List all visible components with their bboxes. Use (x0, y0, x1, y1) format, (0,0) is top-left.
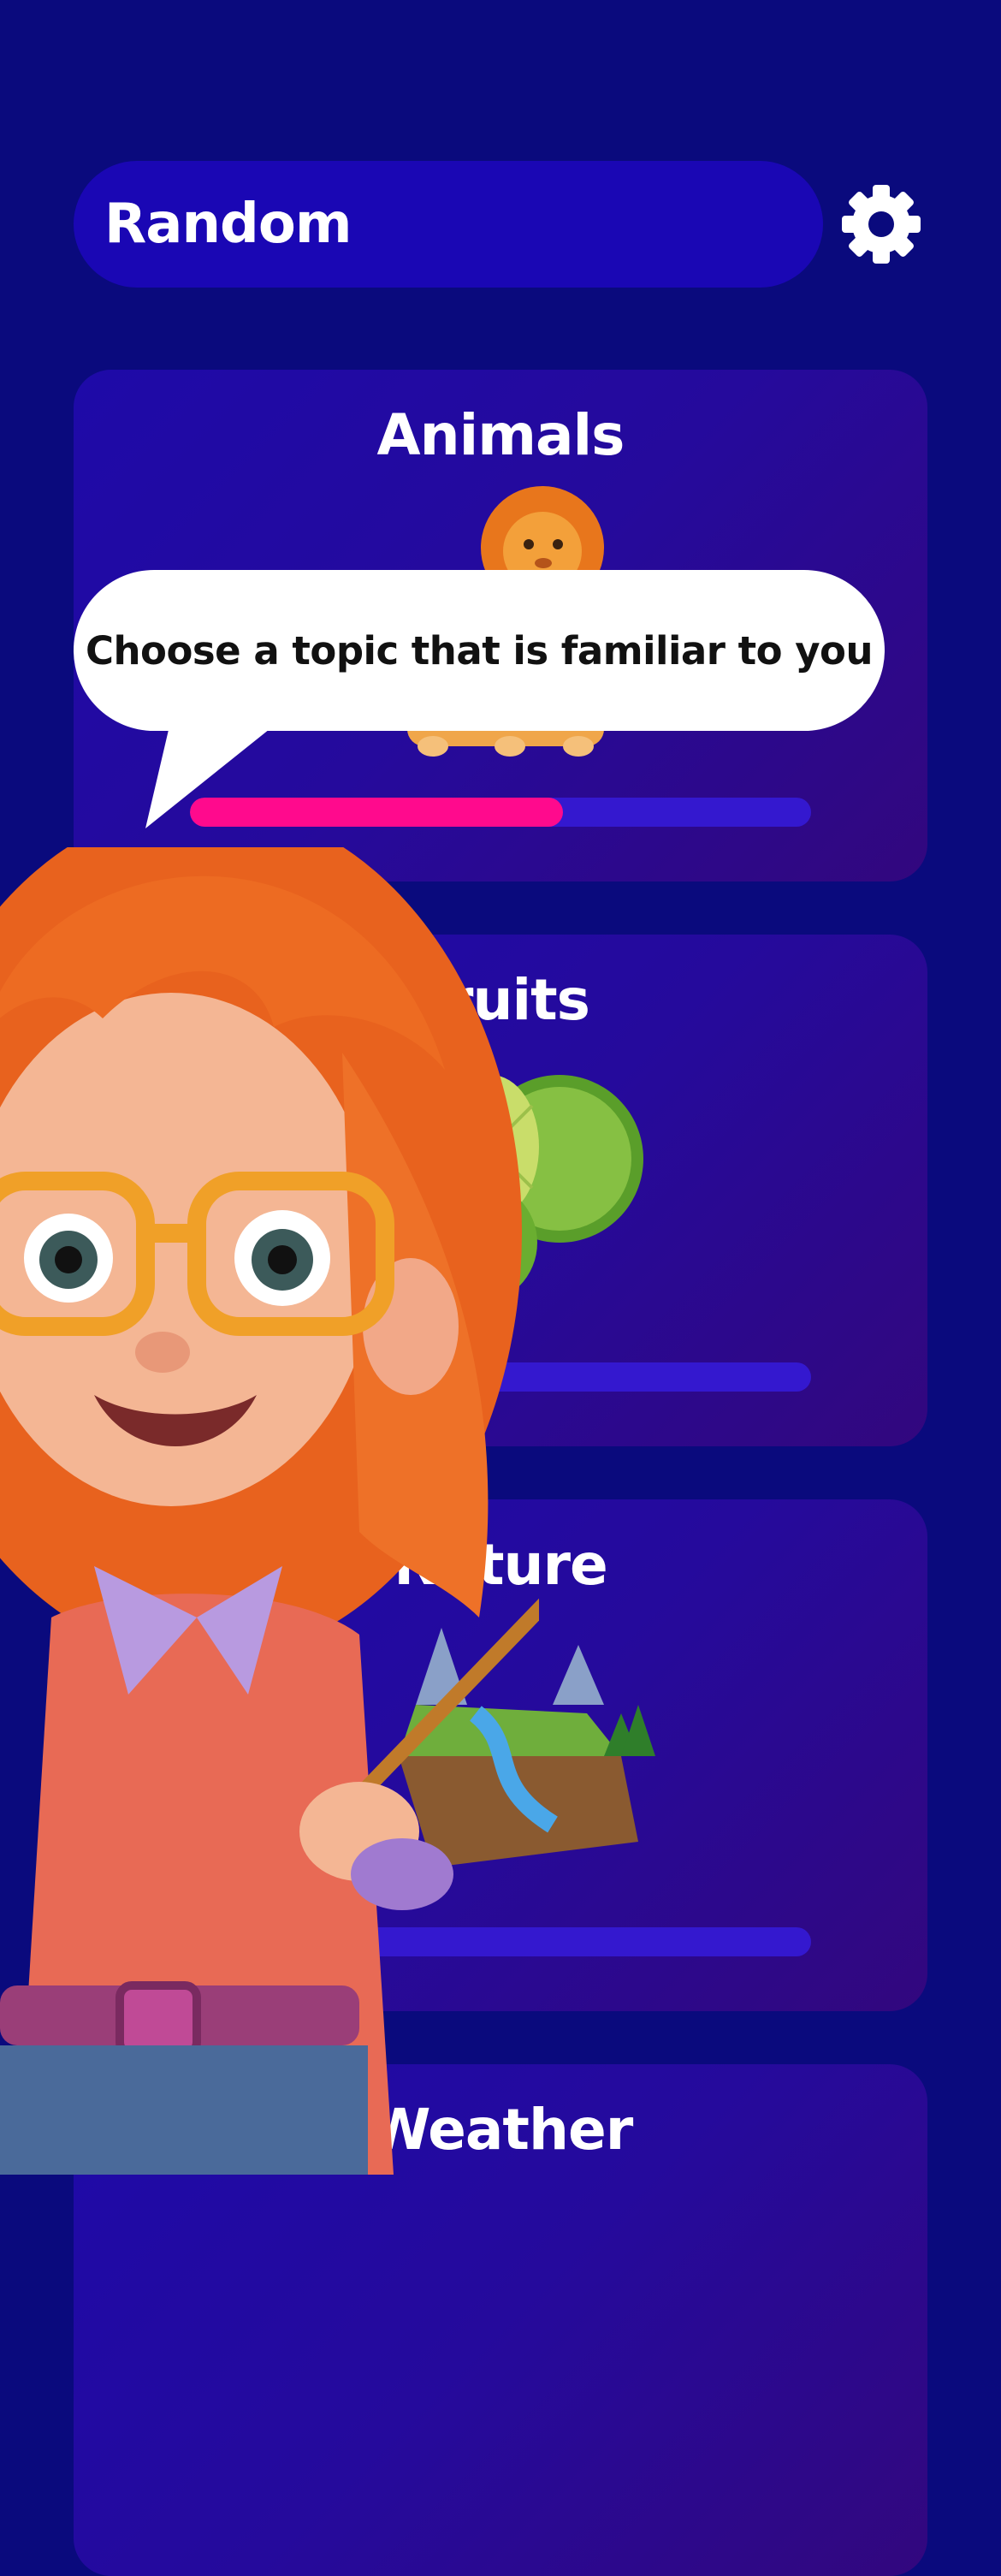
random-topic-button[interactable]: Random (74, 161, 823, 288)
speech-bubble: Choose a topic that is familiar to you (74, 570, 885, 731)
random-label: Random (104, 193, 352, 256)
tooltip-text: Choose a topic that is familiar to you (86, 627, 873, 674)
girl-mascot (0, 847, 539, 2175)
speech-bubble-tail (145, 719, 282, 828)
topic-title: Animals (376, 402, 625, 468)
gear-icon[interactable] (838, 181, 924, 267)
